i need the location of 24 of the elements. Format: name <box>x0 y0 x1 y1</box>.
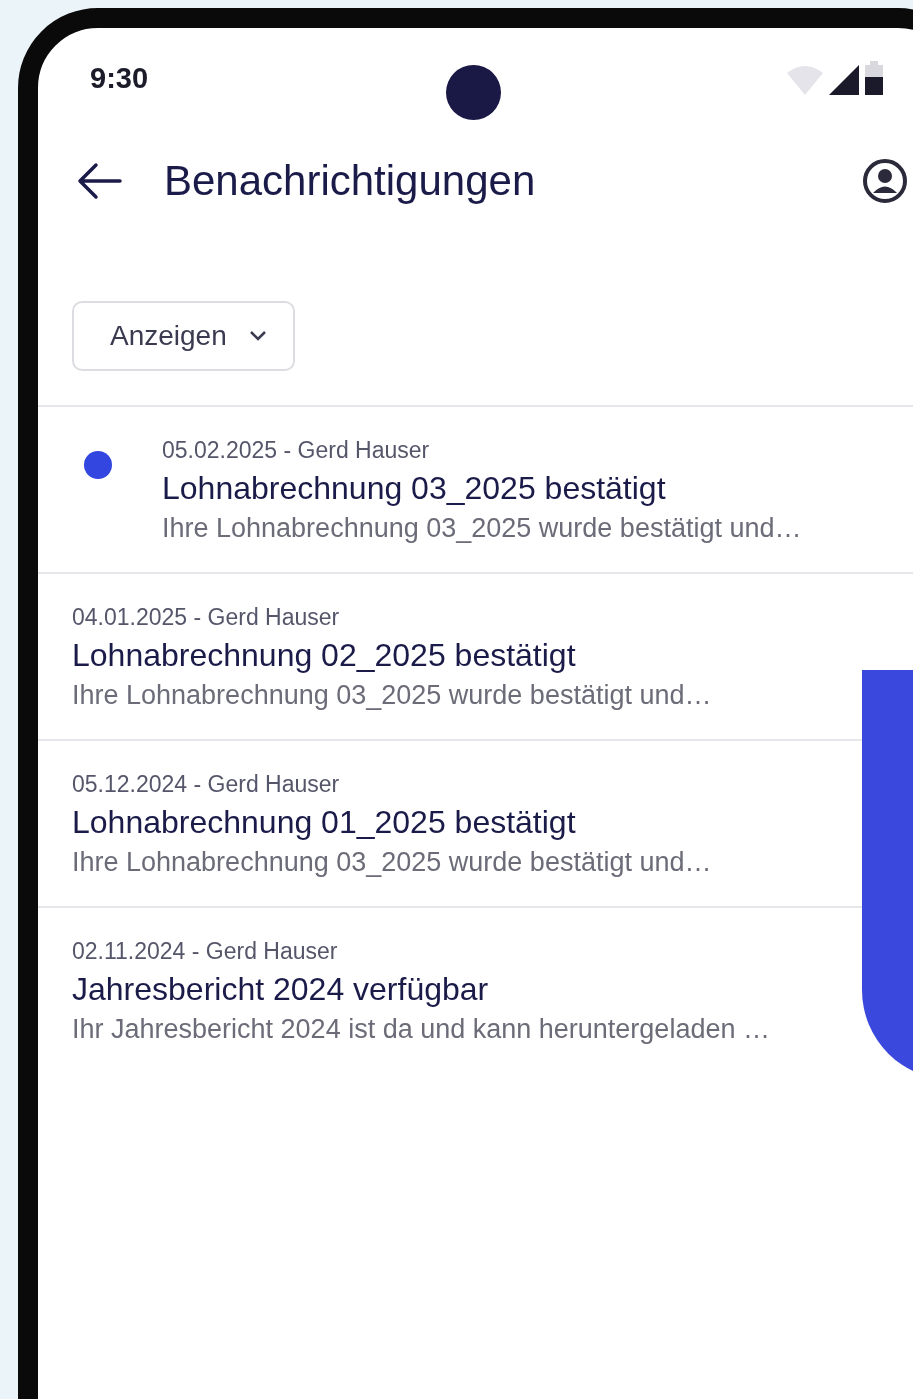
notification-title: Lohnabrechnung 02_2025 bestätigt <box>72 637 577 674</box>
notification-title: Jahresbericht 2024 verfügbar <box>72 971 490 1008</box>
page-title: Benachrichtigungen <box>164 156 537 205</box>
notification-meta: 04.01.2025 - Gerd Hauser <box>72 604 341 631</box>
notification-title: Lohnabrechnung 03_2025 bestätigt <box>162 470 667 507</box>
notification-meta: 05.12.2024 - Gerd Hauser <box>72 771 341 798</box>
unread-dot <box>84 451 112 479</box>
notification-meta: 02.11.2024 - Gerd Hauser <box>72 938 339 965</box>
signal-icon <box>829 65 859 95</box>
account-icon[interactable] <box>862 157 908 204</box>
notification-preview: Ihre Lohnabrechnung 03_2025 wurde bestätigt und… <box>72 847 712 878</box>
battery-icon <box>865 61 883 95</box>
notification-meta: 05.02.2025 - Gerd Hauser <box>162 437 431 464</box>
notification-preview: Ihre Lohnabrechnung 03_2025 wurde bestätigt und… <box>72 680 712 711</box>
back-arrow-icon[interactable] <box>76 160 122 201</box>
camera-cutout <box>446 65 501 120</box>
chevron-down-icon <box>248 330 267 342</box>
status-time: 9:30 <box>90 61 149 95</box>
notification-preview: Ihr Jahresbericht 2024 ist da und kann heruntergeladen … <box>72 1014 770 1045</box>
notification-item[interactable]: 05.02.2025 - Gerd Hauser Lohnabrechnung 03_2025 bestätigt Ihre Lohnabrechnung 03_2025 wurde bestätigt und… <box>38 405 913 572</box>
notification-preview: Ihre Lohnabrechnung 03_2025 wurde bestätigt und… <box>162 513 802 544</box>
filter-dropdown[interactable]: Anzeigen <box>72 301 295 371</box>
notification-title: Lohnabrechnung 01_2025 bestätigt <box>72 804 577 841</box>
wifi-icon <box>787 65 823 95</box>
